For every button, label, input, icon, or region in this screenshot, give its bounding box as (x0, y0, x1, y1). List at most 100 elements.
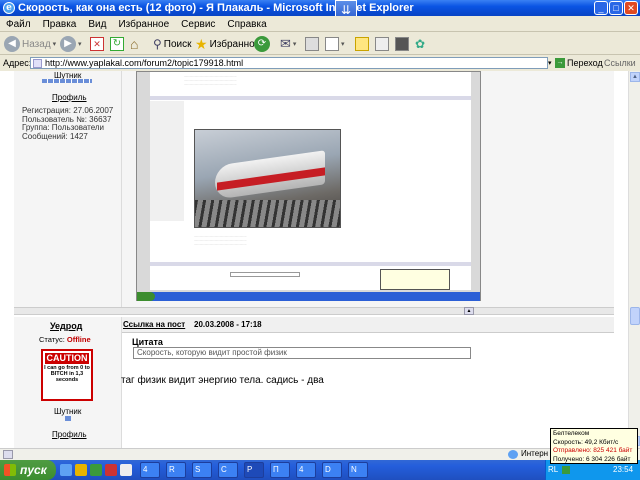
windows-logo-icon (4, 464, 16, 476)
user-rank: Шутник (54, 407, 82, 416)
history-button[interactable]: ⟳ (254, 35, 270, 53)
taskbar-item[interactable]: R (166, 462, 186, 478)
quote-label: Цитата (132, 337, 163, 347)
note-icon (355, 37, 369, 51)
forward-button[interactable]: ▶ ▾ (60, 35, 82, 53)
start-button[interactable]: пуск (0, 460, 56, 480)
chevron-down-icon: ▾ (52, 41, 57, 48)
messenger-icon (395, 37, 409, 51)
scroll-thumb[interactable] (630, 307, 640, 325)
ie-icon: e (3, 2, 15, 14)
history-icon: ⟳ (254, 36, 270, 52)
page-content: Шутник Профиль Регистрация: 27.06.2007 П… (0, 71, 628, 448)
vertical-scrollbar[interactable]: ▲ ▼ (628, 71, 640, 448)
post-separator: ▲ (14, 307, 614, 315)
rank-bar (65, 416, 71, 421)
menu-tools[interactable]: Сервис (175, 17, 221, 33)
user-status: Статус: Offline (39, 335, 91, 344)
taskbar-item[interactable]: N (348, 462, 368, 478)
home-button[interactable]: ⌂ (130, 35, 138, 53)
scroll-up-icon[interactable]: ▲ (630, 72, 640, 82)
page-icon (33, 59, 42, 68)
address-bar: Адрес: http://www.yaplakal.com/forum2/to… (0, 56, 640, 70)
home-icon: ⌂ (130, 36, 139, 52)
refresh-icon: ↻ (110, 37, 124, 51)
page-status-icon (3, 450, 13, 459)
chevron-down-icon: ▾ (341, 41, 345, 48)
taskbar-item[interactable]: D (322, 462, 342, 478)
quicklaunch-desktop-icon[interactable] (120, 464, 132, 476)
address-dropdown-icon[interactable]: ▾ (548, 57, 552, 71)
taskbar: пуск 4 R S C P П 4 D N RL 23:54 (0, 460, 640, 480)
search-button[interactable]: ⚲ Поиск (153, 35, 192, 53)
rank-bar (42, 79, 92, 83)
network-tooltip: Белтелеком Скорость: 49,2 Кбит/с Отправл… (550, 428, 638, 464)
refresh-button[interactable]: ↻ (110, 35, 124, 53)
favorites-button[interactable]: ★ Избранное (195, 35, 260, 53)
train-photo (194, 129, 341, 228)
maximize-button[interactable]: □ (609, 1, 623, 15)
embedded-screenshot-image: ........................................… (136, 71, 481, 301)
status-bar: Интерн (0, 448, 640, 460)
menu-view[interactable]: Вид (82, 17, 112, 33)
star-icon: ★ (195, 35, 208, 52)
menu-help[interactable]: Справка (221, 17, 272, 33)
taskbar-item[interactable]: 4 (296, 462, 316, 478)
quicklaunch-media-icon[interactable] (105, 464, 117, 476)
search-icon: ⚲ (153, 37, 162, 51)
network-icon[interactable] (562, 466, 570, 474)
stop-button[interactable]: ✕ (90, 35, 104, 53)
messenger-button[interactable] (395, 35, 409, 53)
print-button[interactable] (305, 35, 319, 53)
notes-button[interactable] (355, 35, 369, 53)
chevron-down-icon: ▾ (292, 41, 297, 48)
taskbar-item[interactable]: C (218, 462, 238, 478)
profile-link[interactable]: Профиль (52, 93, 87, 102)
post-body: таг физик видит энергию тела. садись - д… (121, 375, 324, 386)
post-header: Ссылка на пост 20.03.2008 - 17:18 (122, 317, 614, 333)
back-button[interactable]: ◀ Назад ▾ (4, 35, 56, 53)
edit-button[interactable]: ▾ (325, 35, 345, 53)
taskbar-item[interactable]: П (270, 462, 290, 478)
post-2: Уедрод Статус: Offline CAUTION I can go … (14, 317, 614, 448)
window-title-bar: e Скорость, как она есть (12 фото) - Я П… (0, 0, 640, 16)
post-1-user-column: Шутник Профиль Регистрация: 27.06.2007 П… (14, 71, 122, 311)
menu-favorites[interactable]: Избранное (112, 17, 175, 33)
go-button[interactable]: → Переход (555, 56, 603, 70)
quicklaunch-ie-icon[interactable] (60, 464, 72, 476)
mail-button[interactable]: ✉ ▾ (280, 35, 296, 53)
taskbar-item[interactable]: 4 (140, 462, 160, 478)
username[interactable]: Уедрод (50, 321, 82, 331)
menu-bar: Файл Правка Вид Избранное Сервис Справка (0, 16, 640, 32)
profile-link[interactable]: Профиль (52, 430, 87, 439)
taskbar-item[interactable]: S (192, 462, 212, 478)
minimize-button[interactable]: _ (594, 1, 608, 15)
printer-icon (305, 37, 319, 51)
msn-button[interactable]: ✿ (415, 35, 425, 53)
internet-zone-icon (508, 450, 518, 459)
quicklaunch-app-icon[interactable] (90, 464, 102, 476)
quicklaunch-folder-icon[interactable] (75, 464, 87, 476)
address-input[interactable]: http://www.yaplakal.com/forum2/topic1799… (30, 57, 548, 69)
post-date: 20.03.2008 - 17:18 (194, 320, 262, 329)
back-arrow-icon: ◀ (4, 36, 20, 52)
scroll-up-icon[interactable]: ▲ (464, 307, 474, 315)
user-info: Регистрация: 27.06.2007 Пользователь №: … (22, 106, 114, 141)
taskbar-item-active[interactable]: P (244, 462, 264, 478)
close-button[interactable]: ✕ (624, 1, 638, 15)
post-1: Шутник Профиль Регистрация: 27.06.2007 П… (14, 71, 614, 311)
quote-box: Скорость, которую видит простой физик (133, 347, 471, 359)
mail-icon: ✉ (280, 36, 291, 51)
post-2-user-column: Уедрод Статус: Offline CAUTION I can go … (14, 317, 122, 448)
links-button[interactable]: Ссылки (604, 56, 636, 70)
embedded-popup (380, 269, 450, 290)
research-icon (375, 37, 389, 51)
research-button[interactable] (375, 35, 389, 53)
forward-arrow-icon: ▶ (60, 36, 76, 52)
chevron-down-icon: ▾ (78, 41, 82, 48)
post-link[interactable]: Ссылка на пост (123, 320, 185, 329)
menu-edit[interactable]: Правка (37, 17, 83, 33)
toolbar: ◀ Назад ▾ ▶ ▾ ✕ ↻ ⌂ ⚲ Поиск ★ Избранное … (0, 33, 640, 55)
menu-file[interactable]: Файл (0, 17, 37, 33)
stop-icon: ✕ (90, 37, 104, 51)
